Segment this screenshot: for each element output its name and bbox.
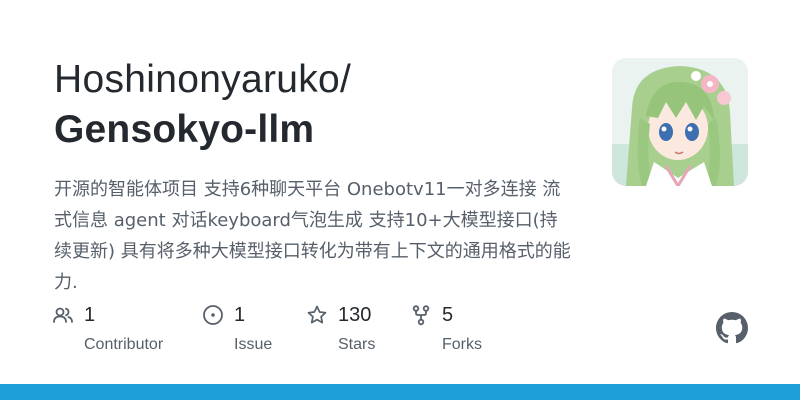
fork-icon	[410, 304, 432, 326]
repo-stats: 1 Contributor 1 Issue 130 Stars 5 Forks	[52, 300, 572, 360]
repo-avatar	[612, 58, 748, 186]
stat-issues[interactable]: 1 Issue	[202, 300, 272, 354]
stat-label: Contributor	[84, 336, 164, 353]
repo-owner[interactable]: Hoshinonyaruko/	[54, 58, 351, 102]
github-logo-icon[interactable]	[716, 312, 748, 344]
stat-value: 130	[338, 303, 372, 326]
people-icon	[52, 304, 74, 326]
repo-name[interactable]: Gensokyo-llm	[54, 108, 314, 152]
stat-value: 1	[84, 303, 96, 326]
stat-contributors[interactable]: 1 Contributor	[52, 300, 163, 354]
stat-label: Forks	[442, 336, 482, 353]
stat-value: 5	[442, 303, 454, 326]
stat-label: Issue	[234, 336, 273, 353]
issue-icon	[202, 304, 224, 326]
stat-label: Stars	[338, 336, 376, 353]
stat-value: 1	[234, 303, 246, 326]
stat-stars[interactable]: 130 Stars	[306, 300, 375, 354]
stat-forks[interactable]: 5 Forks	[410, 300, 482, 354]
star-icon	[306, 304, 328, 326]
bottom-accent-bar	[0, 384, 800, 400]
repo-description: 开源的智能体项目 支持6种聊天平台 Onebotv11一对多连接 流式信息 ag…	[54, 179, 571, 293]
